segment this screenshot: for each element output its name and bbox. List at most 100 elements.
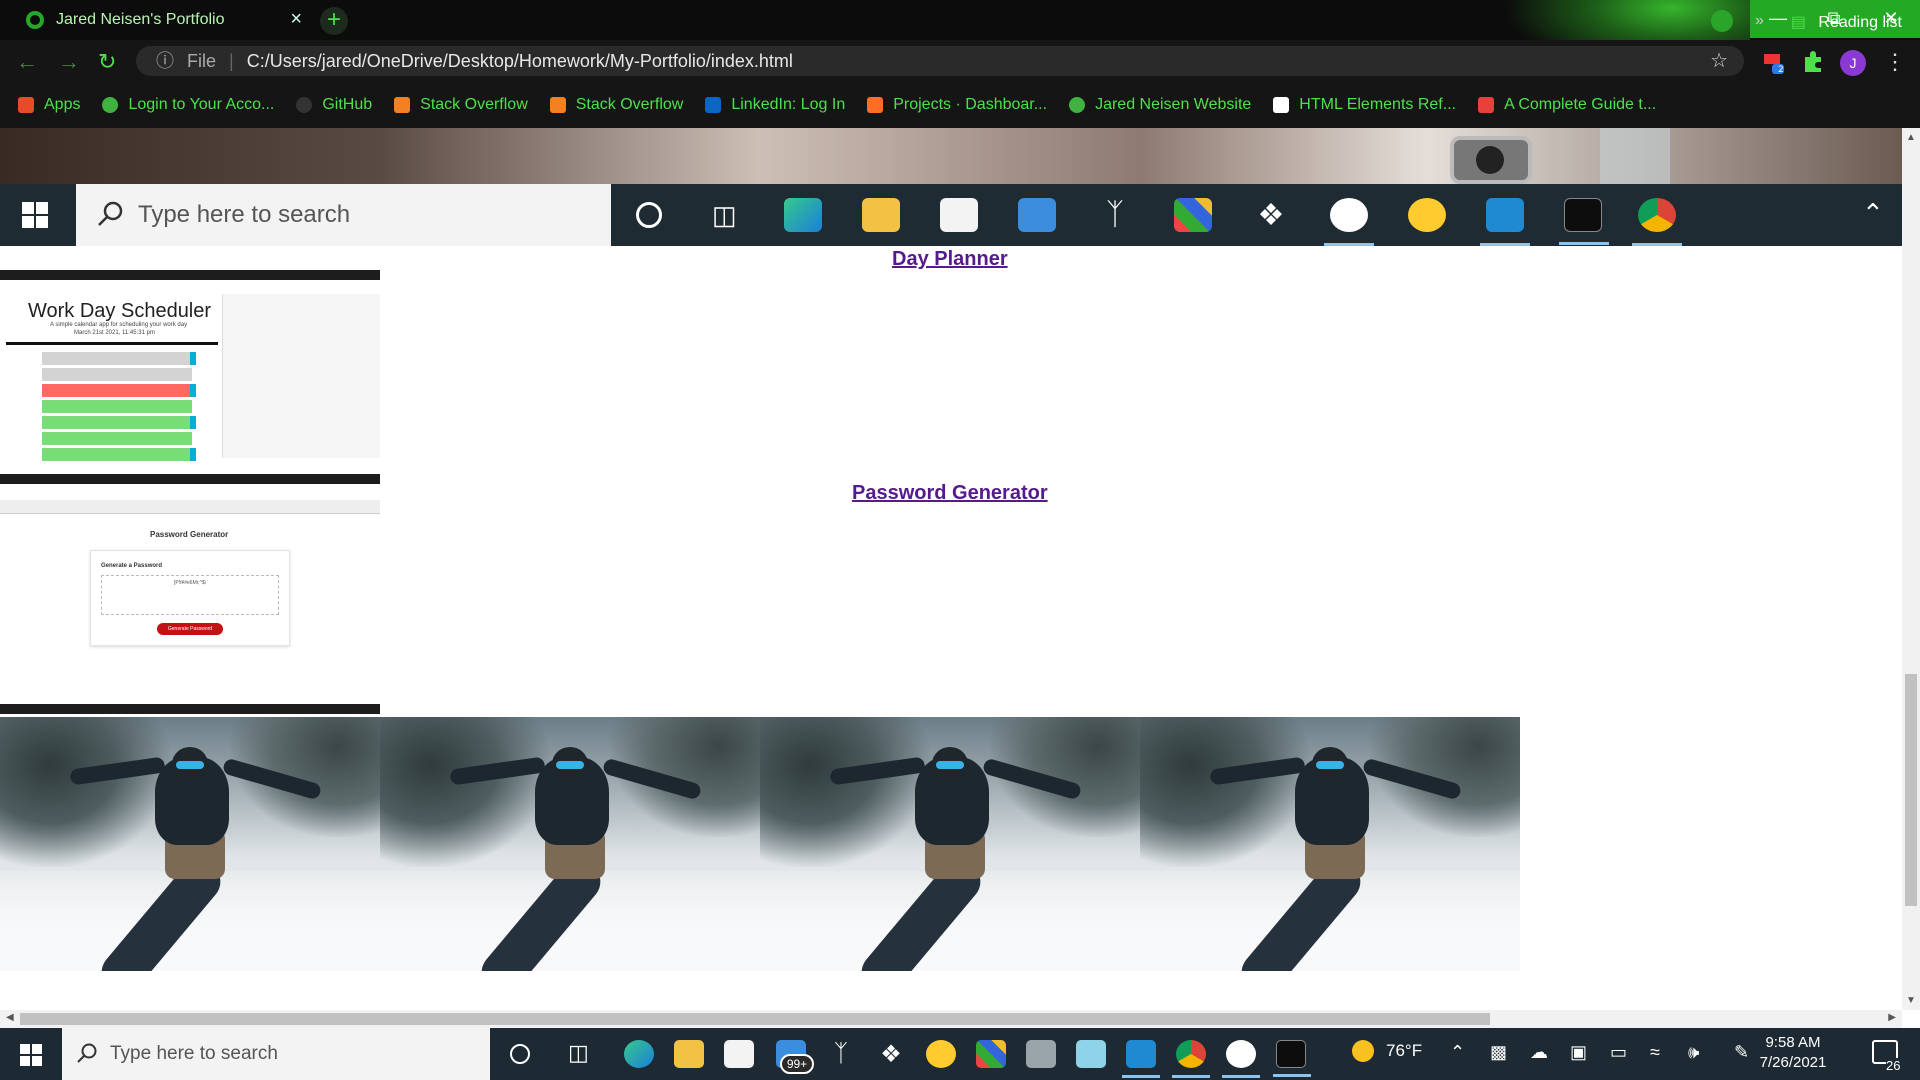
thumb-taskbar xyxy=(0,474,380,484)
battery-icon[interactable]: ▭ xyxy=(1610,1042,1627,1063)
bookmark-item[interactable]: LinkedIn: Log In xyxy=(705,96,845,114)
thumb-devtools-panel xyxy=(222,294,380,458)
cortana-icon[interactable] xyxy=(510,1044,530,1064)
terminal-icon[interactable] xyxy=(1273,1040,1311,1077)
vscode-icon[interactable] xyxy=(1122,1040,1160,1078)
tab-close-icon[interactable]: × xyxy=(290,8,302,31)
slack-icon xyxy=(1324,198,1374,246)
scroll-right-arrow-icon[interactable]: ▶ xyxy=(1888,1012,1896,1023)
cortana-icon xyxy=(636,202,662,228)
start-button[interactable] xyxy=(20,1044,42,1066)
vertical-scroll-thumb[interactable] xyxy=(1905,674,1917,906)
reload-icon[interactable]: ↻ xyxy=(98,49,116,75)
taskbar-clock[interactable]: 9:58 AM 7/26/2021 xyxy=(1748,1033,1838,1073)
bookmark-label: HTML Elements Ref... xyxy=(1299,96,1457,113)
bookmark-star-icon[interactable]: ☆ xyxy=(1710,46,1728,76)
wifi-icon[interactable]: ≈ xyxy=(1650,1042,1660,1063)
save-tab xyxy=(190,384,196,397)
horizontal-scrollbar[interactable]: ◀ ▶ xyxy=(0,1010,1902,1028)
pen-icon[interactable]: ✎ xyxy=(1734,1042,1749,1063)
brave-icon xyxy=(1408,198,1446,232)
bookmarks-overflow-chevron[interactable]: » xyxy=(1755,12,1764,30)
task-view-icon[interactable]: ◫ xyxy=(568,1040,589,1066)
bookmark-item[interactable]: Stack Overflow xyxy=(394,96,528,114)
globe-icon xyxy=(102,97,119,113)
bookmark-item[interactable]: Projects · Dashboar... xyxy=(867,96,1047,114)
chrome-icon[interactable] xyxy=(1172,1040,1210,1078)
extension-flag-icon[interactable]: 2 xyxy=(1760,48,1786,74)
terminal-icon xyxy=(1559,198,1609,245)
password-generator-screenshot[interactable]: Password Generator Generate a Password [… xyxy=(0,500,380,714)
bookmark-item[interactable]: Jared Neisen Website xyxy=(1069,96,1251,114)
wristwatch-graphic xyxy=(1450,136,1532,184)
mdn-icon xyxy=(1273,97,1290,113)
bookmark-item[interactable]: A Complete Guide t... xyxy=(1478,96,1656,114)
sun-icon xyxy=(1352,1040,1374,1062)
meet-now-icon[interactable]: ▩ xyxy=(1490,1042,1507,1063)
edge-app-icon xyxy=(784,198,822,232)
bookmark-label: Jared Neisen Website xyxy=(1095,96,1252,113)
thumb-subheading: A simple calendar app for scheduling you… xyxy=(50,322,188,328)
save-tab xyxy=(190,352,196,365)
mail-unread-badge: 99+ xyxy=(780,1054,814,1074)
mail-icon xyxy=(1018,198,1056,232)
search-icon xyxy=(98,201,123,226)
snowboard-gallery xyxy=(0,717,1520,971)
github-icon xyxy=(296,97,313,113)
extension-badge-count: 2 xyxy=(1778,65,1784,74)
forward-arrow-icon[interactable]: → xyxy=(58,49,80,75)
menu-kebab-icon[interactable]: ⋮ xyxy=(1884,49,1906,75)
weather-widget[interactable]: 76°F xyxy=(1352,1040,1422,1062)
snowboarder-photo xyxy=(380,717,760,971)
scroll-up-arrow-icon[interactable]: ▲ xyxy=(1906,132,1916,143)
reading-list-button[interactable]: ▤ Reading list xyxy=(1791,12,1902,32)
onedrive-icon[interactable]: ☁ xyxy=(1530,1042,1548,1063)
horizontal-scroll-thumb[interactable] xyxy=(20,1013,1490,1025)
bookmark-item[interactable]: Login to Your Acco... xyxy=(102,96,274,114)
scroll-down-arrow-icon[interactable]: ▼ xyxy=(1906,995,1916,1006)
info-icon[interactable]: ⓘ xyxy=(156,51,174,71)
store-icon[interactable] xyxy=(724,1040,754,1068)
reading-list-icon: ▤ xyxy=(1790,14,1806,31)
notepad-icon[interactable] xyxy=(1076,1040,1106,1068)
volume-icon[interactable]: 🕪 xyxy=(1688,1042,1699,1063)
file-explorer-icon[interactable] xyxy=(674,1040,704,1068)
thumb-heading: Work Day Scheduler xyxy=(28,300,212,322)
profile-avatar[interactable]: J xyxy=(1840,50,1866,76)
bookmark-label: Stack Overflow xyxy=(575,96,684,113)
dropbox-icon[interactable]: ❖ xyxy=(876,1040,906,1068)
vpn-extension-icon[interactable] xyxy=(1711,10,1733,32)
taskbar-search-box[interactable]: Type here to search xyxy=(62,1028,490,1080)
lightning-app-icon[interactable]: ᛉ xyxy=(826,1040,856,1068)
slack-icon[interactable] xyxy=(1222,1040,1260,1078)
header-photo xyxy=(0,128,1902,184)
new-tab-button[interactable]: + xyxy=(320,7,348,35)
calculator-icon[interactable] xyxy=(1026,1040,1056,1068)
back-arrow-icon[interactable]: ← xyxy=(16,49,38,75)
edge-app-icon[interactable] xyxy=(624,1040,654,1068)
browser-tab-active[interactable]: Jared Neisen's Portfolio × xyxy=(8,0,312,40)
url-text: C:/Users/jared/OneDrive/Desktop/Homework… xyxy=(246,51,793,71)
project-link-password-generator[interactable]: Password Generator xyxy=(852,482,1048,505)
notifications-count: 26 xyxy=(1886,1058,1901,1073)
hour-row-future xyxy=(42,416,192,429)
project-link-day-planner[interactable]: Day Planner xyxy=(892,248,1008,271)
bookmark-item[interactable]: GitHub xyxy=(296,96,372,114)
thumb-password-output: [P!t¥#e6Mr,^$\ xyxy=(101,575,279,615)
globe-icon xyxy=(1069,97,1086,113)
brave-icon[interactable] xyxy=(926,1040,956,1068)
tray-chevron-icon[interactable]: ⌃ xyxy=(1450,1042,1465,1063)
gitkraken-icon[interactable] xyxy=(976,1040,1006,1068)
photo-goggle xyxy=(936,761,964,769)
display-icon[interactable]: ▣ xyxy=(1570,1042,1587,1063)
day-planner-screenshot[interactable]: Work Day Scheduler A simple calendar app… xyxy=(0,270,380,484)
bookmark-item[interactable]: HTML Elements Ref... xyxy=(1273,96,1456,114)
puzzle-extensions-icon[interactable] xyxy=(1800,48,1826,74)
bookmark-item[interactable]: Stack Overflow xyxy=(549,96,684,114)
vertical-scrollbar[interactable]: ▲ ▼ xyxy=(1902,128,1920,1010)
address-bar[interactable]: ⓘ File | C:/Users/jared/OneDrive/Desktop… xyxy=(136,46,1744,76)
photo-tree1 xyxy=(760,717,930,867)
bookmark-item[interactable]: Apps xyxy=(18,96,80,114)
scroll-left-arrow-icon[interactable]: ◀ xyxy=(6,1012,14,1023)
task-view-icon: ◫ xyxy=(712,200,737,230)
